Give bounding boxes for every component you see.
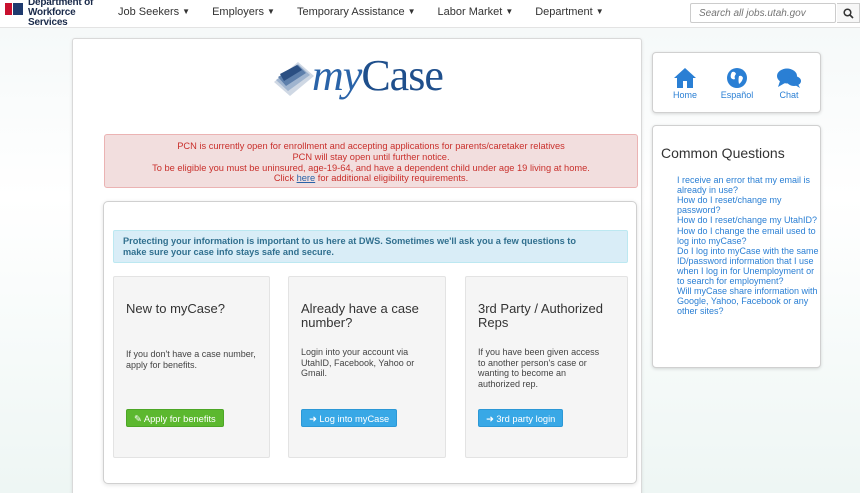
globe-icon (727, 68, 747, 88)
faq-list: I receive an error that my email is alre… (677, 175, 819, 316)
espanol-link[interactable]: Español (717, 67, 757, 100)
panel-authorized-reps: 3rd Party / Authorized Reps If you have … (465, 276, 628, 458)
utah-flag-icon (5, 3, 23, 15)
caret-down-icon: ▼ (182, 7, 191, 16)
nav-label: Job Seekers (118, 6, 180, 18)
faq-item[interactable]: Will myCase share information with Googl… (677, 286, 819, 316)
panel-body: If you don't have a case number, apply f… (126, 349, 256, 370)
panel-title: Already have a case number? (301, 301, 419, 330)
logo-line2: Workforce Services (28, 7, 76, 28)
panel-title: 3rd Party / Authorized Reps (478, 301, 604, 330)
alert-line1: PCN is currently open for enrollment and… (177, 141, 565, 151)
button-label: Log into myCase (319, 414, 390, 424)
search-icon (843, 8, 854, 19)
top-navigation: Department of Workforce Services Job See… (0, 0, 860, 28)
sign-in-icon: ➜ (486, 414, 494, 424)
home-label: Home (672, 90, 697, 100)
pcn-alert: PCN is currently open for enrollment and… (104, 134, 638, 188)
faq-title: Common Questions (661, 145, 785, 161)
faq-item[interactable]: How do I reset/change my password? (677, 195, 819, 215)
chat-icon (777, 68, 801, 88)
nav-label: Employers (212, 6, 265, 18)
home-link[interactable]: Home (665, 67, 705, 100)
alert-text: Click (273, 173, 294, 184)
security-info-box: Protecting your information is important… (113, 230, 628, 263)
nav-label: Department (535, 6, 593, 18)
panel-body: If you have been given access to another… (478, 347, 600, 389)
nav-label: Labor Market (437, 6, 503, 18)
caret-down-icon: ▼ (267, 7, 275, 16)
alert-line2: PCN will stay open until further notice. (292, 151, 450, 162)
chat-link[interactable]: Chat (769, 67, 809, 100)
info-line2: make sure your case info stays safe and … (123, 247, 334, 257)
panel-new-to-mycase: New to myCase? If you don't have a case … (113, 276, 270, 458)
home-icon (674, 68, 696, 88)
button-label: 3rd party login (496, 414, 556, 424)
log-into-mycase-button[interactable]: ➜ Log into myCase (301, 409, 398, 427)
nav-labor-market[interactable]: Labor Market ▼ (438, 6, 514, 18)
panel-title: New to myCase? (126, 301, 225, 316)
caret-down-icon: ▼ (407, 7, 416, 16)
alert-line4: Click here for additional eligibility re… (105, 173, 637, 184)
search-input[interactable] (691, 4, 835, 22)
nav-department[interactable]: Department ▼ (535, 6, 603, 18)
nav-employers[interactable]: Employers ▼ (212, 6, 275, 18)
alert-line3: To be eligible you must be uninsured, ag… (152, 162, 590, 173)
eligibility-link[interactable]: here (297, 173, 316, 183)
nav-label: Temporary Assistance (296, 6, 405, 18)
nav-job-seekers[interactable]: Job Seekers ▼ (118, 6, 190, 18)
caret-down-icon: ▼ (505, 7, 514, 16)
faq-item[interactable]: How do I change the email used to log in… (677, 226, 819, 246)
brand-prefix: my (312, 51, 362, 100)
dws-logo[interactable]: Department of Workforce Services (4, 0, 109, 28)
folder-stack-icon (274, 62, 314, 96)
faq-item[interactable]: How do I reset/change my UtahID? (677, 215, 819, 225)
common-questions: Common Questions I receive an error that… (652, 125, 821, 368)
info-line1: Protecting your information is important… (123, 236, 576, 246)
button-label: Apply for benefits (143, 414, 216, 424)
mycase-logo: myCase (270, 51, 470, 104)
brand-wordmark: myCase (312, 50, 444, 101)
search-button[interactable] (837, 3, 860, 23)
quick-links: Home Español Chat (652, 52, 821, 113)
faq-item[interactable]: Do I log into myCase with the same ID/pa… (677, 246, 819, 286)
espanol-label: Español (720, 90, 754, 100)
nav-temporary-assistance[interactable]: Temporary Assistance ▼ (297, 6, 416, 18)
sign-in-icon: ➜ (309, 414, 317, 424)
search-box (690, 3, 836, 23)
nav-menu: Job Seekers ▼ Employers ▼ Temporary Assist… (118, 6, 626, 18)
pencil-icon: ✎ (134, 414, 142, 424)
third-party-login-button[interactable]: ➜ 3rd party login (478, 409, 564, 427)
faq-item[interactable]: I receive an error that my email is alre… (677, 175, 819, 195)
chat-label: Chat (779, 90, 799, 100)
panel-body: Login into your account via UtahID, Face… (301, 347, 415, 378)
brand-suffix: Case (361, 51, 444, 100)
apply-for-benefits-button[interactable]: ✎ Apply for benefits (126, 409, 224, 427)
caret-down-icon: ▼ (595, 7, 604, 16)
panel-existing-case: Already have a case number? Login into y… (288, 276, 446, 458)
logo-text: Department of Workforce Services (28, 0, 109, 28)
alert-text: for additional eligibility requirements. (317, 173, 469, 184)
